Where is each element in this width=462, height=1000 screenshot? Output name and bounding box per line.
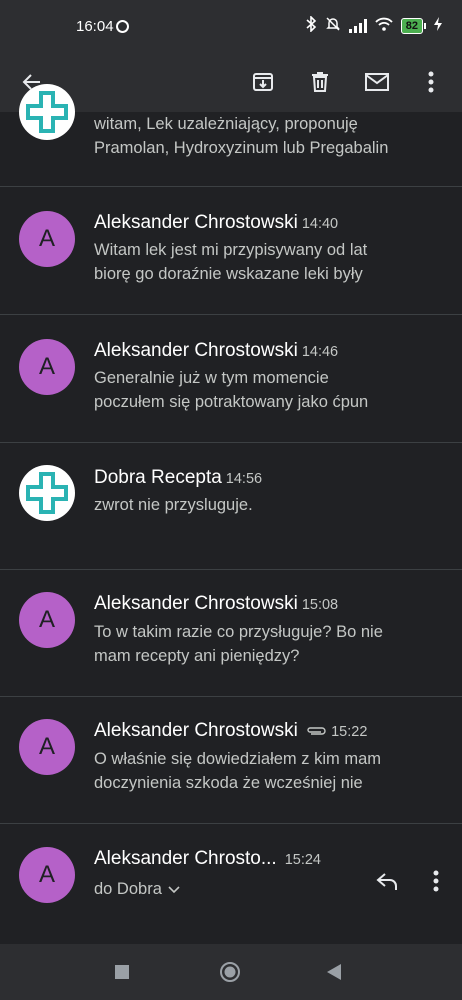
reply-icon[interactable] — [370, 864, 404, 898]
more-vert-icon[interactable] — [413, 64, 449, 100]
message-item[interactable]: witam, Lek uzależniający, proponuję Pram… — [0, 84, 462, 187]
message-item[interactable]: A Aleksander Chrostowski 15:22 O właśnie… — [0, 697, 462, 824]
message-time: 15:24 — [284, 852, 321, 868]
sender-name: Aleksander Chrostowski 15:22 — [94, 720, 368, 742]
bluetooth-icon — [305, 15, 317, 35]
message-snippet: Generalnie już w tym momencie poczułem s… — [94, 369, 369, 411]
recipient-label: do Dobra — [94, 880, 162, 898]
nav-back-icon[interactable] — [320, 958, 348, 986]
status-bar: 16:04 82 — [0, 0, 462, 52]
dobra-recepta-logo-icon — [19, 84, 75, 140]
message-snippet: To w takim razie co przysługuje? Bo nie … — [94, 623, 383, 665]
archive-icon[interactable] — [245, 64, 281, 100]
message-item[interactable]: A Aleksander Chrostowski 14:46 Generalnie… — [0, 315, 462, 443]
battery-level: 82 — [400, 17, 423, 34]
mark-unread-icon[interactable] — [359, 64, 395, 100]
message-time: 14:46 — [301, 344, 339, 360]
message-snippet: zwrot nie przysluguje. — [94, 496, 253, 514]
more-vert-icon[interactable] — [423, 864, 449, 898]
avatar: A — [19, 339, 75, 395]
notification-dot-icon — [116, 20, 129, 33]
attachment-icon — [305, 720, 327, 742]
recipient-toggle[interactable]: do Dobra — [94, 880, 180, 899]
nav-home-icon[interactable] — [216, 958, 244, 986]
sender-name: Aleksander Chrostowski 15:08 — [94, 593, 339, 614]
charging-icon — [434, 17, 442, 34]
chevron-down-icon — [168, 880, 180, 899]
message-time: 14:40 — [301, 216, 339, 232]
cell-signal-icon — [348, 18, 367, 33]
message-item-expanded[interactable]: A Aleksander Chrosto... 15:24 do Dobra — [0, 824, 462, 944]
system-icons: 82 — [305, 15, 442, 35]
sender-name: Aleksander Chrostowski 14:46 — [94, 340, 339, 361]
sender-name: Dobra Recepta 14:56 — [94, 467, 263, 488]
dobra-recepta-logo-icon — [19, 465, 75, 521]
message-item[interactable]: A Aleksander Chrostowski 14:40 Witam lek … — [0, 187, 462, 315]
message-time: 14:56 — [225, 471, 263, 487]
message-item[interactable]: A Aleksander Chrostowski 15:08 To w takim… — [0, 570, 462, 697]
message-time: 15:08 — [301, 597, 339, 613]
sender-name: Aleksander Chrostowski 14:40 — [94, 212, 339, 233]
message-snippet: O właśnie się dowiedziałem z kim mam doc… — [94, 750, 382, 792]
nav-recents-icon[interactable] — [108, 958, 136, 986]
clock: 16:04 — [76, 18, 114, 35]
avatar: A — [19, 719, 75, 775]
avatar: A — [19, 592, 75, 648]
system-nav-bar — [0, 944, 462, 1000]
message-time: 15:22 — [331, 724, 368, 741]
message-item[interactable]: Dobra Recepta 14:56 zwrot nie przysluguje… — [0, 443, 462, 570]
mute-bell-icon — [325, 16, 341, 35]
avatar: A — [19, 211, 75, 267]
sender-name: Aleksander Chrosto... 15:24 — [94, 848, 321, 869]
message-snippet: witam, Lek uzależniający, proponuję Pram… — [94, 115, 389, 157]
wifi-icon — [375, 17, 393, 34]
avatar: A — [19, 847, 75, 903]
message-snippet: Witam lek jest mi przypisywany od lat bi… — [94, 241, 368, 283]
battery-indicator: 82 — [400, 17, 426, 34]
delete-icon[interactable] — [302, 64, 338, 100]
